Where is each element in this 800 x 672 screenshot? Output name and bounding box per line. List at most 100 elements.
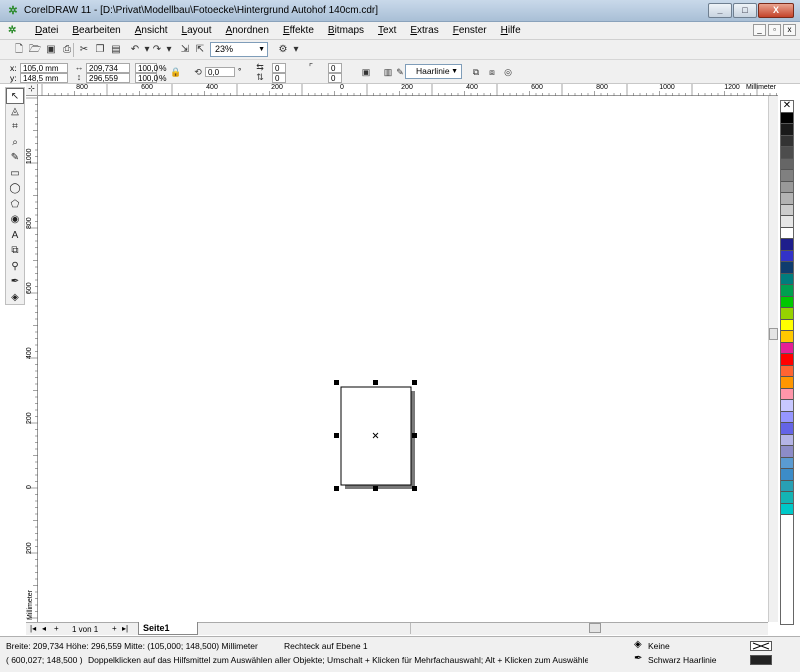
close-button[interactable]: X: [758, 3, 794, 18]
color-swatch[interactable]: [781, 250, 793, 262]
maximize-button[interactable]: □: [733, 3, 757, 18]
lock-ratio-icon[interactable]: 🔒: [170, 66, 182, 78]
ruler-origin[interactable]: ⊹: [26, 84, 38, 96]
menu-bitmaps[interactable]: Bitmaps: [321, 25, 371, 36]
menu-extras[interactable]: Extras: [403, 25, 445, 36]
color-swatch[interactable]: [781, 227, 793, 239]
shape-tool-icon[interactable]: ◬: [6, 104, 24, 120]
color-swatch[interactable]: [781, 181, 793, 193]
color-swatch[interactable]: [781, 331, 793, 343]
menu-anordnen[interactable]: Anordnen: [219, 25, 276, 36]
cut-icon[interactable]: ✂: [77, 43, 91, 57]
export-icon[interactable]: ⇱: [193, 43, 207, 57]
scale-y-input[interactable]: 100,0: [135, 73, 158, 83]
last-page-icon[interactable]: ▸|: [122, 623, 128, 635]
doc-close-button[interactable]: x: [783, 24, 796, 36]
menu-datei[interactable]: Datei: [28, 25, 65, 36]
menu-effekte[interactable]: Effekte: [276, 25, 321, 36]
new-icon[interactable]: 🗋: [12, 43, 26, 57]
vertical-ruler[interactable]: 1000 800 600 400 200 0 200 Millimeter: [26, 96, 38, 622]
vertical-scroll-thumb[interactable]: [769, 328, 778, 340]
scale-x-input[interactable]: 100,0: [135, 63, 158, 73]
color-swatch[interactable]: [781, 239, 793, 251]
eyedropper-tool-icon[interactable]: ⚲: [6, 259, 24, 275]
color-swatch[interactable]: [781, 193, 793, 205]
height-input[interactable]: 296,559 mr: [86, 73, 130, 92]
menu-layout[interactable]: Layout: [175, 25, 219, 36]
color-swatch[interactable]: [781, 423, 793, 435]
color-swatch[interactable]: [781, 480, 793, 492]
zoom-tool-icon[interactable]: ⌕: [6, 135, 24, 151]
color-swatch[interactable]: [781, 446, 793, 458]
color-swatch[interactable]: [781, 273, 793, 285]
color-swatch[interactable]: [781, 388, 793, 400]
color-swatch[interactable]: [781, 377, 793, 389]
mirror-vertical-icon[interactable]: ⇅: [254, 71, 266, 83]
menu-bearbeiten[interactable]: Bearbeiten: [65, 25, 127, 36]
paste-icon[interactable]: ▤: [109, 43, 123, 57]
to-back-icon[interactable]: ⧈: [486, 66, 498, 78]
x-position-input[interactable]: 105,0 mm: [20, 63, 68, 73]
horizontal-scrollbar[interactable]: [410, 623, 768, 634]
minimize-button[interactable]: _: [708, 3, 732, 18]
color-swatch[interactable]: [781, 365, 793, 377]
copy-icon[interactable]: ❐: [93, 43, 107, 57]
doc-restore-button[interactable]: ▫: [768, 24, 781, 36]
color-swatch[interactable]: [781, 457, 793, 469]
rectangle-tool-icon[interactable]: ▭: [6, 166, 24, 182]
menu-text[interactable]: Text: [371, 25, 403, 36]
color-swatch[interactable]: [781, 354, 793, 366]
crop-tool-icon[interactable]: ⌗: [6, 119, 24, 135]
color-swatch[interactable]: [781, 124, 793, 136]
freehand-tool-icon[interactable]: ✎: [6, 150, 24, 166]
pick-tool-icon[interactable]: ↖: [6, 88, 24, 104]
polygon-tool-icon[interactable]: ⬠: [6, 197, 24, 213]
color-swatch[interactable]: [781, 434, 793, 446]
corner-top-right-input[interactable]: 0: [328, 63, 342, 73]
menu-ansicht[interactable]: Ansicht: [128, 25, 175, 36]
interactive-blend-tool-icon[interactable]: ⧉: [6, 243, 24, 259]
y-position-input[interactable]: 148,5 mm: [20, 73, 68, 83]
corner-top-left-input[interactable]: 0: [272, 63, 286, 73]
color-swatch[interactable]: [781, 411, 793, 423]
drawing-canvas[interactable]: [38, 96, 768, 622]
outline-width-select[interactable]: Haarlinie ▼: [405, 64, 462, 79]
import-icon[interactable]: ⇲: [178, 43, 192, 57]
horizontal-scroll-thumb[interactable]: [589, 623, 601, 633]
application-launcher-icon[interactable]: ⚙: [276, 43, 290, 57]
color-swatch[interactable]: [781, 204, 793, 216]
color-swatch[interactable]: [781, 308, 793, 320]
width-input[interactable]: 209,734 mr: [86, 63, 130, 82]
vertical-scrollbar[interactable]: [768, 96, 778, 622]
open-icon[interactable]: 🗁: [28, 43, 42, 57]
color-swatch[interactable]: [781, 492, 793, 504]
color-swatch[interactable]: [781, 469, 793, 481]
basic-shapes-tool-icon[interactable]: ◉: [6, 212, 24, 228]
color-swatch[interactable]: [781, 112, 793, 124]
ellipse-tool-icon[interactable]: ◯: [6, 181, 24, 197]
save-icon[interactable]: ▣: [44, 43, 58, 57]
to-front-icon[interactable]: ⧉: [470, 66, 482, 78]
outline-tool-icon[interactable]: ✒: [6, 274, 24, 290]
corner-bottom-left-input[interactable]: 0: [272, 73, 286, 83]
corner-bottom-right-input[interactable]: 0: [328, 73, 342, 83]
menu-fenster[interactable]: Fenster: [446, 25, 494, 36]
text-tool-icon[interactable]: A: [6, 228, 24, 244]
first-page-icon[interactable]: |◂: [30, 623, 36, 635]
doc-minimize-button[interactable]: _: [753, 24, 766, 36]
color-swatch[interactable]: [781, 503, 793, 515]
color-swatch[interactable]: [781, 170, 793, 182]
color-swatch[interactable]: [781, 319, 793, 331]
add-page-before-icon[interactable]: +: [54, 623, 59, 635]
menu-hilfe[interactable]: Hilfe: [494, 25, 528, 36]
redo-dropdown-icon[interactable]: ▾: [162, 43, 176, 57]
print-icon[interactable]: ⎙: [60, 43, 74, 57]
color-swatch[interactable]: [781, 216, 793, 228]
color-swatch[interactable]: [781, 400, 793, 412]
fill-tool-icon[interactable]: ◈: [6, 290, 24, 306]
color-swatch[interactable]: [781, 135, 793, 147]
document-icon[interactable]: ✲: [8, 24, 22, 38]
color-swatch[interactable]: [781, 285, 793, 297]
add-page-after-icon[interactable]: +: [112, 623, 117, 635]
color-swatch[interactable]: [781, 342, 793, 354]
